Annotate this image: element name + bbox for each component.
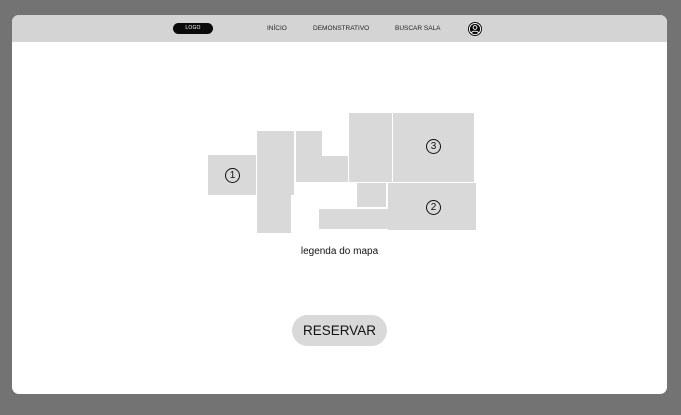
room-number-3: 3 <box>426 139 441 154</box>
room-number-2: 2 <box>426 200 441 215</box>
reserve-button[interactable]: RESERVAR <box>292 315 387 346</box>
map-block <box>319 209 388 229</box>
map-block <box>257 195 291 233</box>
room-number-1: 1 <box>225 168 240 183</box>
map-block <box>357 183 386 207</box>
app-window: LOGO INÍCIO DEMONSTRATIVO BUSCAR SALA 1 … <box>12 15 667 394</box>
map-block <box>349 113 392 182</box>
map-legend: legenda do mapa <box>300 246 379 257</box>
map-block <box>296 131 322 182</box>
map-block <box>322 156 348 182</box>
map-block <box>257 131 294 195</box>
